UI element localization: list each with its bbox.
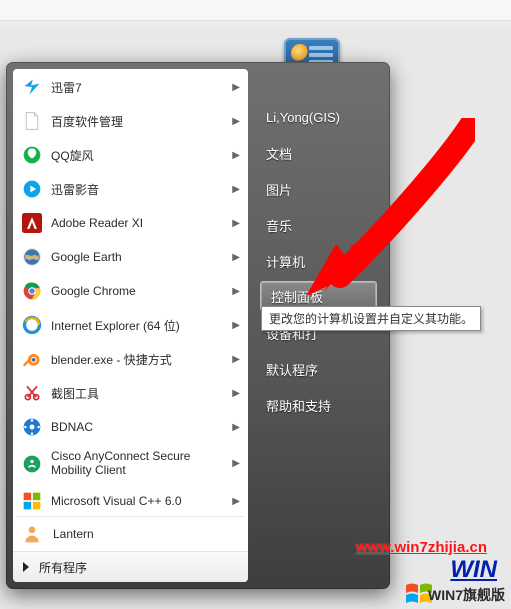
right-link-label: 计算机 bbox=[266, 252, 305, 271]
program-item[interactable]: 百度软件管理 ▶ bbox=[13, 104, 248, 138]
program-label: QQ旋风 bbox=[51, 147, 94, 164]
play-icon bbox=[21, 178, 43, 200]
program-item[interactable]: Microsoft Visual C++ 6.0 ▶ bbox=[13, 484, 248, 514]
tooltip-text: 更改您的计算机设置并自定义其功能。 bbox=[269, 312, 473, 326]
right-link[interactable]: 音乐 bbox=[254, 207, 383, 243]
program-label: Cisco AnyConnect Secure Mobility Client bbox=[51, 450, 224, 478]
chevron-right-icon: ▶ bbox=[232, 286, 240, 297]
pinned-item-label: Lantern bbox=[53, 527, 94, 541]
right-link[interactable]: 帮助和支持 bbox=[254, 387, 383, 423]
chevron-right-icon: ▶ bbox=[232, 320, 240, 331]
program-item[interactable]: QQ旋风 ▶ bbox=[13, 138, 248, 172]
program-item[interactable]: BDNAC ▶ bbox=[13, 410, 248, 444]
right-link[interactable]: 计算机 bbox=[254, 243, 383, 279]
user-name-label: Li,Yong(GIS) bbox=[266, 110, 340, 125]
program-label: 百度软件管理 bbox=[51, 113, 123, 130]
right-link-label: 默认程序 bbox=[266, 360, 318, 379]
chevron-right-icon: ▶ bbox=[232, 184, 240, 195]
program-label: Adobe Reader XI bbox=[51, 216, 143, 230]
chevron-right-icon: ▶ bbox=[232, 218, 240, 229]
qq-icon bbox=[21, 144, 43, 166]
watermark-url[interactable]: www.win7zhijia.cn bbox=[356, 539, 487, 556]
user-name-link[interactable]: Li,Yong(GIS) bbox=[254, 99, 383, 135]
right-link-label: 帮助和支持 bbox=[266, 396, 331, 415]
chrome-icon bbox=[21, 280, 43, 302]
triangle-right-icon bbox=[23, 562, 29, 572]
window-top-edge bbox=[0, 0, 511, 21]
program-item[interactable]: blender.exe - 快捷方式 ▶ bbox=[13, 342, 248, 376]
right-link-label: 音乐 bbox=[266, 216, 292, 235]
program-label: Google Earth bbox=[51, 250, 122, 264]
program-label: 迅雷影音 bbox=[51, 181, 99, 198]
chevron-right-icon: ▶ bbox=[232, 82, 240, 93]
program-item[interactable]: 截图工具 ▶ bbox=[13, 376, 248, 410]
program-item[interactable]: Cisco AnyConnect Secure Mobility Client ▶ bbox=[13, 444, 248, 484]
watermark-edition: WIN7旗舰版 bbox=[428, 585, 505, 605]
xunlei-bird-icon bbox=[21, 76, 43, 98]
earth-icon bbox=[21, 246, 43, 268]
program-label: 迅雷7 bbox=[51, 79, 82, 96]
cisco-icon bbox=[21, 453, 43, 475]
program-list: 迅雷7▶百度软件管理▶QQ旋风▶迅雷影音▶Adobe Reader XI▶Goo… bbox=[13, 69, 248, 514]
person-icon bbox=[21, 523, 43, 545]
right-link-label: 控制面板 bbox=[271, 287, 323, 306]
program-label: 截图工具 bbox=[51, 385, 99, 402]
chevron-right-icon: ▶ bbox=[232, 150, 240, 161]
program-item[interactable]: 迅雷7 ▶ bbox=[13, 70, 248, 104]
blender-icon bbox=[21, 348, 43, 370]
program-label: BDNAC bbox=[51, 420, 93, 434]
adobe-icon bbox=[21, 212, 43, 234]
right-link[interactable]: 默认程序 bbox=[254, 351, 383, 387]
chevron-right-icon: ▶ bbox=[232, 496, 240, 507]
snip-icon bbox=[21, 382, 43, 404]
right-link-label: 图片 bbox=[266, 180, 292, 199]
chevron-right-icon: ▶ bbox=[232, 458, 240, 470]
chevron-right-icon: ▶ bbox=[232, 422, 240, 433]
program-item[interactable]: Adobe Reader XI ▶ bbox=[13, 206, 248, 240]
pinned-item-lantern[interactable]: Lantern bbox=[13, 517, 248, 551]
program-label: Microsoft Visual C++ 6.0 bbox=[51, 494, 182, 508]
tooltip-control-panel: 更改您的计算机设置并自定义其功能。 bbox=[261, 306, 481, 331]
program-item[interactable]: Internet Explorer (64 位) ▶ bbox=[13, 308, 248, 342]
program-label: Google Chrome bbox=[51, 284, 136, 298]
ie-icon bbox=[21, 314, 43, 336]
program-label: blender.exe - 快捷方式 bbox=[51, 351, 172, 368]
all-programs-button[interactable]: 所有程序 bbox=[13, 551, 248, 582]
msvc-icon bbox=[21, 490, 43, 512]
right-link[interactable]: 图片 bbox=[254, 171, 383, 207]
watermark-brand: WIN bbox=[450, 556, 497, 584]
all-programs-label: 所有程序 bbox=[39, 559, 87, 576]
network-icon bbox=[21, 416, 43, 438]
program-item[interactable]: Google Earth ▶ bbox=[13, 240, 248, 274]
right-link[interactable]: 文档 bbox=[254, 135, 383, 171]
desktop: 迅雷7▶百度软件管理▶QQ旋风▶迅雷影音▶Adobe Reader XI▶Goo… bbox=[0, 0, 511, 609]
program-item[interactable]: Google Chrome ▶ bbox=[13, 274, 248, 308]
chevron-right-icon: ▶ bbox=[232, 354, 240, 365]
start-menu-left-pane: 迅雷7▶百度软件管理▶QQ旋风▶迅雷影音▶Adobe Reader XI▶Goo… bbox=[13, 69, 248, 582]
chevron-right-icon: ▶ bbox=[232, 388, 240, 399]
right-link-label: 文档 bbox=[266, 144, 292, 163]
chevron-right-icon: ▶ bbox=[232, 116, 240, 127]
chevron-right-icon: ▶ bbox=[232, 252, 240, 263]
gauge-icon bbox=[291, 44, 309, 62]
program-label: Internet Explorer (64 位) bbox=[51, 317, 180, 334]
program-item[interactable]: 迅雷影音 ▶ bbox=[13, 172, 248, 206]
page-icon bbox=[21, 110, 43, 132]
